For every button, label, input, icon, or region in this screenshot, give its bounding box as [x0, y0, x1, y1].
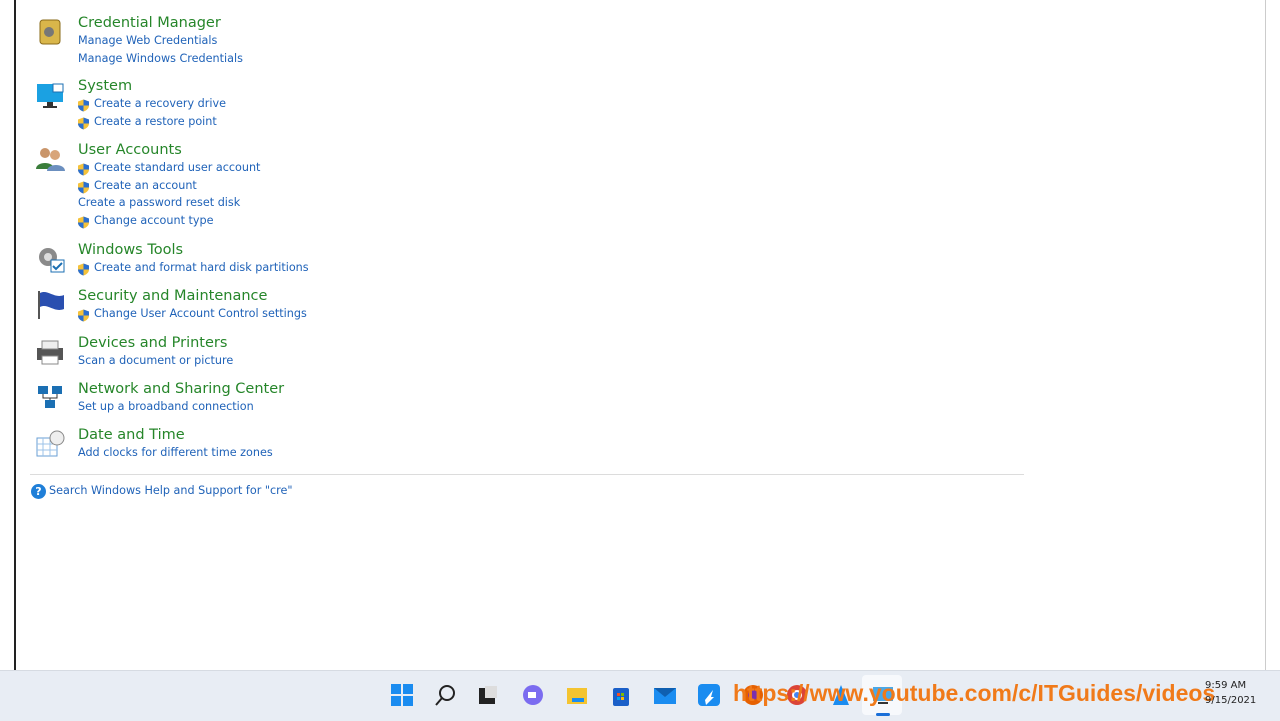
gear-icon — [39, 248, 65, 273]
task-link[interactable]: Create and format hard disk partitions — [94, 261, 309, 275]
task-link[interactable]: Create a password reset disk — [78, 196, 240, 210]
clock-date[interactable]: 9/15/2021 — [1205, 695, 1256, 706]
uac-shield-icon — [77, 115, 90, 130]
mail-icon[interactable] — [652, 682, 678, 708]
window-border-right — [1265, 0, 1266, 670]
network-icon — [38, 386, 62, 408]
task-link[interactable]: Scan a document or picture — [78, 354, 233, 368]
uac-shield-icon — [77, 161, 90, 176]
task-link[interactable]: Change account type — [94, 214, 214, 228]
task-link[interactable]: Create a recovery drive — [94, 97, 226, 111]
divider — [30, 474, 1024, 475]
category-title[interactable]: Network and Sharing Center — [78, 380, 284, 398]
task-link[interactable]: Manage Web Credentials — [78, 34, 217, 48]
task-view-icon[interactable] — [475, 682, 501, 708]
watermark: https://www.youtube.com/c/ITGuides/video… — [733, 680, 1216, 706]
active-indicator — [876, 713, 890, 716]
category-title[interactable]: Devices and Printers — [78, 334, 227, 352]
task-link[interactable]: Create a restore point — [94, 115, 217, 129]
help-link-label: Search Windows Help and Support for "cre… — [49, 484, 293, 497]
printer-icon — [37, 340, 63, 365]
chat-icon[interactable] — [520, 682, 546, 708]
uac-shield-icon — [77, 214, 90, 229]
credential-vault-icon — [39, 19, 61, 45]
help-icon: ? — [31, 484, 46, 499]
task-link[interactable]: Change User Account Control settings — [94, 307, 307, 321]
task-link[interactable]: Create an account — [94, 179, 197, 193]
flag-icon — [38, 291, 64, 319]
store-icon[interactable] — [608, 682, 634, 708]
category-title[interactable]: Security and Maintenance — [78, 287, 267, 305]
app-icon[interactable] — [696, 682, 722, 708]
search-icon[interactable] — [433, 682, 459, 708]
task-link[interactable]: Set up a broadband connection — [78, 400, 254, 414]
uac-shield-icon — [77, 179, 90, 194]
monitor-icon — [37, 83, 64, 108]
uac-shield-icon — [77, 97, 90, 112]
category-title[interactable]: System — [78, 77, 132, 95]
category-title[interactable]: Credential Manager — [78, 14, 221, 32]
task-link[interactable]: Create standard user account — [94, 161, 260, 175]
uac-shield-icon — [77, 261, 90, 276]
category-title[interactable]: User Accounts — [78, 141, 182, 159]
file-explorer-icon[interactable] — [564, 682, 590, 708]
task-link[interactable]: Manage Windows Credentials — [78, 52, 243, 66]
category-title[interactable]: Windows Tools — [78, 241, 183, 259]
calendar-clock-icon — [36, 430, 65, 457]
window-border — [14, 0, 16, 670]
uac-shield-icon — [77, 307, 90, 322]
task-link[interactable]: Add clocks for different time zones — [78, 446, 273, 460]
category-title[interactable]: Date and Time — [78, 426, 185, 444]
clock-time[interactable]: 9:59 AM — [1205, 680, 1246, 691]
users-icon — [36, 148, 65, 171]
start-icon[interactable] — [389, 682, 415, 708]
